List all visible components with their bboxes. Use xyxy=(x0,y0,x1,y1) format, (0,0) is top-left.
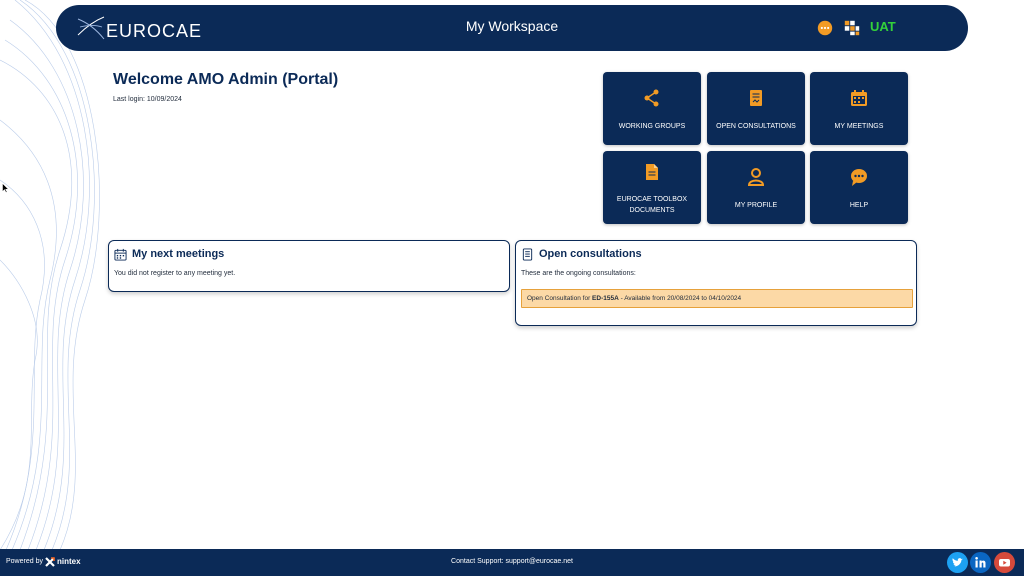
meetings-card: My next meetings You did not register to… xyxy=(108,240,510,292)
consultations-intro-text: These are the ongoing consultations: xyxy=(521,270,636,277)
top-header-bar: EUROCAE My Workspace UAT xyxy=(56,5,968,51)
consultation-item[interactable]: Open Consultation for ED-155A - Availabl… xyxy=(521,289,913,308)
tile-my-meetings[interactable]: MY MEETINGS xyxy=(810,72,908,145)
tile-label: WORKING GROUPS xyxy=(618,123,686,130)
file-icon xyxy=(646,164,658,180)
tile-my-profile[interactable]: MY PROFILE xyxy=(707,151,805,224)
apps-grid-icon[interactable] xyxy=(843,19,861,37)
meetings-card-title: My next meetings xyxy=(132,248,225,260)
tile-label-line2: DOCUMENTS xyxy=(629,207,675,214)
consultation-availability: - Available from 20/08/2024 to 04/10/202… xyxy=(618,295,742,302)
consultations-card-title: Open consultations xyxy=(539,248,642,260)
support-contact[interactable]: Contact Support: support@eurocae.net xyxy=(0,558,1024,565)
twitter-icon[interactable] xyxy=(947,552,968,573)
consultations-card: Open consultations These are the ongoing… xyxy=(515,240,917,326)
tile-label: MY MEETINGS xyxy=(834,123,884,130)
footer-bar: Powered by nintex Contact Support: suppo… xyxy=(0,549,1024,576)
tile-label: MY PROFILE xyxy=(734,202,778,209)
consultation-code[interactable]: ED-155A xyxy=(592,295,619,302)
mouse-cursor-icon xyxy=(2,183,9,193)
tile-label-line1: EUROCAE TOOLBOX xyxy=(616,196,688,203)
tile-label: EUROCAE TOOLBOX DOCUMENTS xyxy=(607,194,697,216)
document-icon xyxy=(750,90,762,106)
youtube-icon[interactable] xyxy=(994,552,1015,573)
welcome-heading: Welcome AMO Admin (Portal) xyxy=(113,71,339,88)
last-login-text: Last login: 10/09/2024 xyxy=(113,96,182,103)
tile-label: HELP xyxy=(849,202,869,209)
consultation-prefix: Open Consultation for xyxy=(527,295,593,302)
chat-bubble-icon xyxy=(851,169,867,186)
calendar-icon xyxy=(114,248,127,261)
share-icon xyxy=(644,89,659,107)
meetings-empty-text: You did not register to any meeting yet. xyxy=(114,270,236,277)
environment-label: UAT xyxy=(870,19,896,34)
tile-eurocae-toolbox-documents[interactable]: EUROCAE TOOLBOX DOCUMENTS xyxy=(603,151,701,224)
user-icon xyxy=(747,168,765,186)
linkedin-icon[interactable] xyxy=(970,552,991,573)
background-waves xyxy=(0,0,100,550)
tile-working-groups[interactable]: WORKING GROUPS xyxy=(603,72,701,145)
tile-help[interactable]: HELP xyxy=(810,151,908,224)
tile-label: OPEN CONSULTATIONS xyxy=(716,123,796,130)
document-icon xyxy=(522,248,533,261)
calendar-icon xyxy=(851,90,867,106)
tile-open-consultations[interactable]: OPEN CONSULTATIONS xyxy=(707,72,805,145)
chat-icon[interactable] xyxy=(816,19,834,37)
